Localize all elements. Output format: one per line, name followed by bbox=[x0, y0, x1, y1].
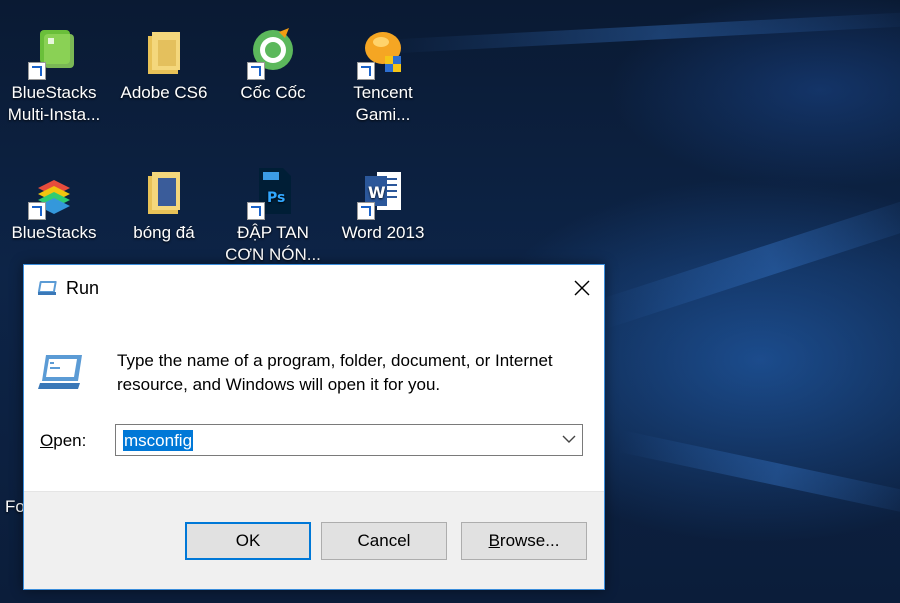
dialog-description: Type the name of a program, folder, docu… bbox=[117, 351, 553, 394]
dialog-title: Run bbox=[66, 278, 100, 298]
run-program-icon bbox=[38, 355, 82, 389]
desktop-icon-dap-tan[interactable]: Ps ĐẬP TAN CƠN NÓN... bbox=[221, 166, 325, 266]
close-icon bbox=[574, 280, 590, 296]
desktop-icon-word-2013[interactable]: W Word 2013 bbox=[331, 166, 435, 244]
desktop-icon-bluestacks-multi[interactable]: BlueStacks Multi-Insta... bbox=[2, 26, 106, 126]
chevron-down-icon[interactable] bbox=[562, 434, 576, 444]
shortcut-arrow-icon bbox=[357, 62, 375, 80]
run-icon bbox=[37, 281, 57, 295]
svg-text:Ps: Ps bbox=[267, 190, 285, 206]
browse-button[interactable]: Browse... bbox=[461, 522, 587, 560]
svg-text:W: W bbox=[368, 183, 386, 202]
ok-button[interactable]: OK bbox=[185, 522, 311, 560]
cancel-button[interactable]: Cancel bbox=[321, 522, 447, 560]
icon-label: Gami... bbox=[355, 105, 411, 124]
dialog-body: Type the name of a program, folder, docu… bbox=[24, 313, 604, 491]
icon-label: ĐẬP TAN bbox=[237, 223, 309, 242]
shortcut-arrow-icon bbox=[247, 62, 265, 80]
shortcut-arrow-icon bbox=[28, 202, 46, 220]
icon-label: bóng đá bbox=[133, 223, 195, 242]
partial-icon-label[interactable]: Fo bbox=[5, 497, 25, 517]
icon-label: Cốc Cốc bbox=[240, 83, 306, 102]
folder-icon bbox=[148, 172, 180, 214]
desktop-icon-coccoc[interactable]: Cốc Cốc bbox=[221, 26, 325, 104]
open-combobox[interactable]: msconfig bbox=[115, 424, 583, 456]
shortcut-arrow-icon bbox=[247, 202, 265, 220]
desktop-icon-bong-da[interactable]: bóng đá bbox=[112, 166, 216, 244]
open-label: Open: bbox=[40, 431, 87, 450]
folder-icon bbox=[148, 32, 180, 74]
icon-label: Multi-Insta... bbox=[7, 105, 101, 124]
title-bar[interactable]: Run bbox=[24, 265, 604, 313]
shortcut-arrow-icon bbox=[28, 62, 46, 80]
icon-label: BlueStacks bbox=[11, 83, 97, 102]
icon-label: Word 2013 bbox=[341, 223, 425, 242]
shortcut-arrow-icon bbox=[357, 202, 375, 220]
icon-label: Tencent bbox=[353, 83, 413, 102]
icon-label: Adobe CS6 bbox=[120, 83, 208, 102]
open-input[interactable]: msconfig bbox=[123, 430, 194, 451]
desktop-icon-tencent-gaming[interactable]: Tencent Gami... bbox=[331, 26, 435, 126]
desktop-icon-bluestacks[interactable]: BlueStacks bbox=[2, 166, 106, 244]
icon-label: BlueStacks bbox=[11, 223, 97, 242]
dialog-footer: OK Cancel Browse... bbox=[24, 491, 604, 589]
run-dialog: Run Type the name of a program, folder, … bbox=[23, 264, 605, 590]
desktop-icon-adobe-cs6[interactable]: Adobe CS6 bbox=[112, 26, 216, 104]
close-button[interactable] bbox=[560, 265, 604, 311]
icon-label: CƠN NÓN... bbox=[225, 245, 321, 264]
